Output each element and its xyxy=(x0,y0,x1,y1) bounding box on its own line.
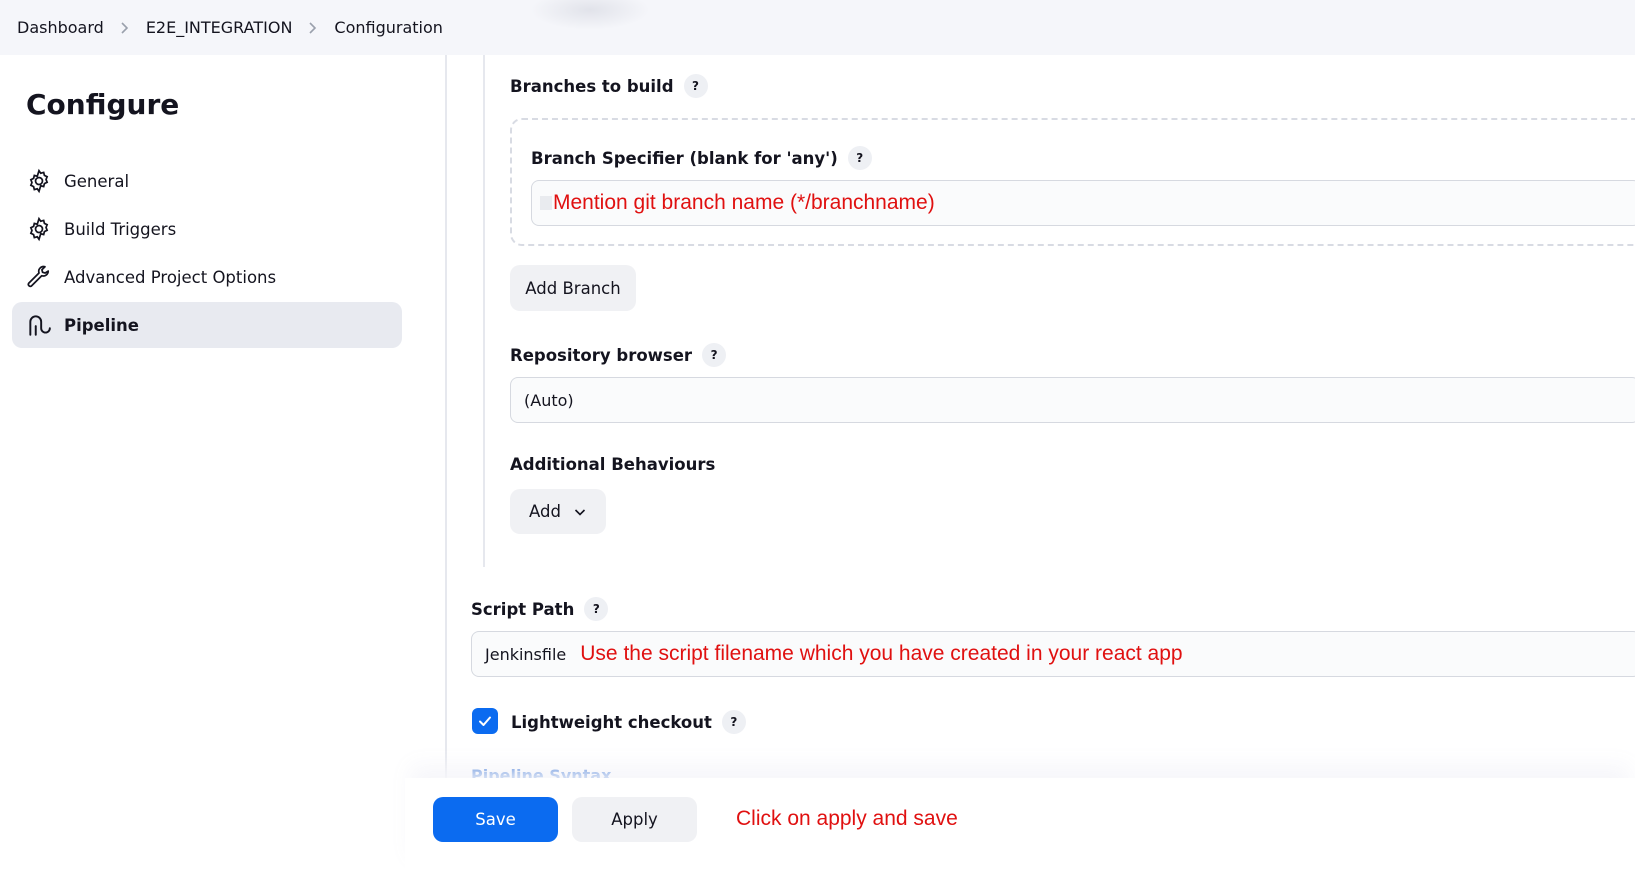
chevron-down-icon xyxy=(574,508,586,516)
check-icon xyxy=(479,716,491,726)
help-icon[interactable]: ? xyxy=(683,74,708,98)
sidebar-item-label: Pipeline xyxy=(64,315,139,335)
lightweight-checkout-checkbox[interactable] xyxy=(472,708,498,734)
help-icon[interactable]: ? xyxy=(584,597,609,621)
sidebar-item-label: General xyxy=(64,171,130,191)
breadcrumb: Dashboard E2E_INTEGRATION Configuration xyxy=(0,0,1635,55)
help-icon[interactable]: ? xyxy=(702,343,727,367)
pipeline-icon xyxy=(26,312,52,338)
repository-browser-label: Repository browser ? xyxy=(510,343,727,367)
wrench-icon xyxy=(26,264,52,290)
branch-specifier-label: Branch Specifier (blank for 'any') ? xyxy=(531,146,872,170)
divider xyxy=(483,55,485,567)
sidebar-item-general[interactable]: General xyxy=(12,158,402,204)
blurred-region xyxy=(540,196,552,210)
page-title: Configure xyxy=(26,88,180,121)
chevron-right-icon xyxy=(292,21,334,35)
repository-browser-value: (Auto) xyxy=(524,390,574,410)
help-icon[interactable]: ? xyxy=(721,710,746,734)
divider xyxy=(445,55,447,795)
repository-browser-select[interactable]: (Auto) xyxy=(510,377,1635,423)
script-path-input[interactable]: Jenkinsfile Use the script filename whic… xyxy=(471,631,1635,677)
additional-behaviours-label: Additional Behaviours xyxy=(510,455,716,474)
sidebar-item-pipeline[interactable]: Pipeline xyxy=(12,302,402,348)
breadcrumb-dashboard[interactable]: Dashboard xyxy=(17,18,104,37)
breadcrumb-project[interactable]: E2E_INTEGRATION xyxy=(146,18,293,37)
annotation-text: Click on apply and save xyxy=(736,807,958,830)
gear-icon xyxy=(26,216,52,242)
branch-specifier-input[interactable]: Mention git branch name (*/branchname) xyxy=(531,180,1635,226)
script-path-label: Script Path ? xyxy=(471,597,609,621)
script-path-value: Jenkinsfile xyxy=(485,644,567,664)
gear-icon xyxy=(26,168,52,194)
save-button[interactable]: Save xyxy=(433,797,558,842)
breadcrumb-configuration[interactable]: Configuration xyxy=(334,18,443,37)
add-branch-button[interactable]: Add Branch xyxy=(510,265,636,311)
add-behaviour-dropdown[interactable]: Add xyxy=(510,489,606,534)
apply-button[interactable]: Apply xyxy=(572,797,697,842)
blurred-region xyxy=(530,0,650,30)
annotation-text: Use the script filename which you have c… xyxy=(580,642,1183,665)
branches-to-build-label: Branches to build ? xyxy=(510,74,708,98)
lightweight-checkout-label: Lightweight checkout ? xyxy=(511,710,746,734)
annotation-text: Mention git branch name (*/branchname) xyxy=(553,191,935,214)
chevron-right-icon xyxy=(104,21,146,35)
sidebar-item-advanced-project-options[interactable]: Advanced Project Options xyxy=(12,254,402,300)
sidebar-item-label: Advanced Project Options xyxy=(64,267,277,287)
help-icon[interactable]: ? xyxy=(847,146,872,170)
sidebar-item-label: Build Triggers xyxy=(64,219,177,239)
sidebar-item-build-triggers[interactable]: Build Triggers xyxy=(12,206,402,252)
